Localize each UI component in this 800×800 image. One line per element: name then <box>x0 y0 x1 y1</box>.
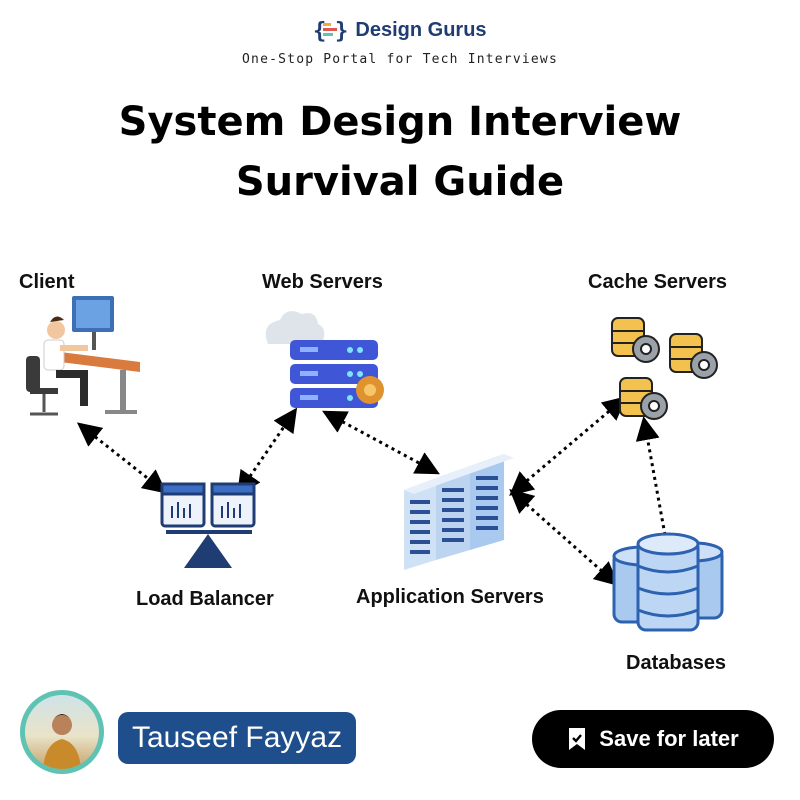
arrow-webservers-appservers <box>322 410 440 475</box>
arrow-appservers-cache <box>509 396 627 496</box>
label-load-balancer: Load Balancer <box>136 588 274 610</box>
arrow-loadbalancer-webservers <box>236 407 298 496</box>
label-application-servers: Application Servers <box>356 586 544 608</box>
client-icon <box>26 296 140 416</box>
label-databases: Databases <box>626 652 727 674</box>
application-servers-icon <box>404 454 514 570</box>
databases-icon <box>612 532 724 632</box>
save-for-later-button[interactable]: Save for later <box>532 710 774 768</box>
architecture-diagram <box>26 296 724 632</box>
author-name: Tauseef Fayyaz <box>132 721 343 754</box>
web-servers-icon <box>265 311 384 408</box>
arrow-databases-cache <box>635 416 667 536</box>
save-for-later-label: Save for later <box>599 726 739 751</box>
author-avatar <box>20 690 104 774</box>
label-client: Client <box>19 271 75 293</box>
cache-servers-icon <box>611 317 718 420</box>
label-cache-servers: Cache Servers <box>588 271 727 293</box>
arrow-appservers-databases <box>509 489 619 586</box>
arrow-client-loadbalancer <box>76 422 168 494</box>
author-name-badge: Tauseef Fayyaz <box>118 712 357 764</box>
bookmark-icon <box>569 728 586 750</box>
load-balancer-icon <box>160 482 256 568</box>
person-photo-icon <box>43 714 81 769</box>
label-web-servers: Web Servers <box>262 271 383 293</box>
